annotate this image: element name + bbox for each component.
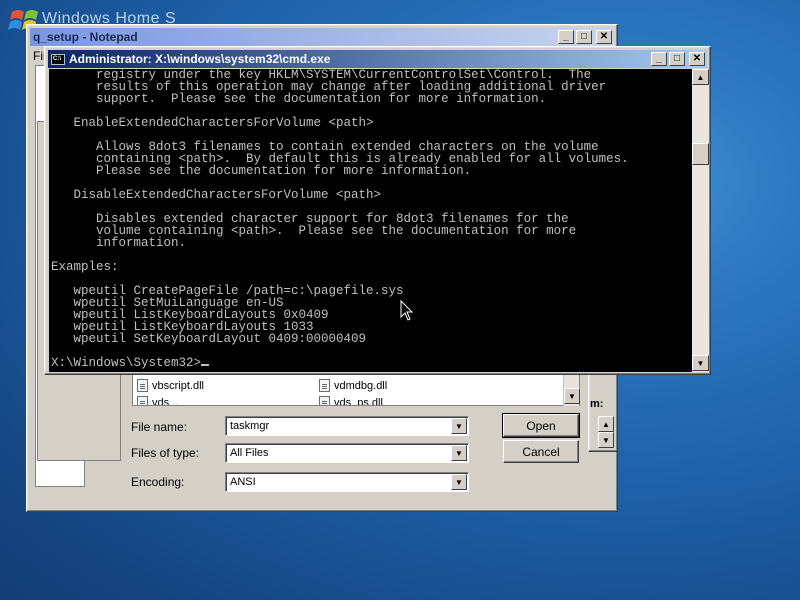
cmd-minimize-button[interactable]: _ [651, 52, 667, 66]
dll-file-icon [319, 396, 330, 405]
console-output[interactable]: registry under the key HKLM\SYSTEM\Curre… [49, 69, 692, 372]
notepad-title: q_setup - Notepad [33, 30, 138, 44]
console-lines: registry under the key HKLM\SYSTEM\Curre… [51, 69, 692, 357]
files-of-type-label: Files of type: [131, 446, 200, 460]
encoding-label: Encoding: [131, 475, 185, 489]
console-line: information. [51, 236, 187, 250]
console-line: support. Please see the documentation fo… [51, 92, 547, 106]
console-line: DisableExtendedCharactersForVolume <path… [51, 188, 382, 202]
file-name-input[interactable]: taskmgr ▼ [225, 416, 469, 436]
cmd-titlebar[interactable]: C:\ Administrator: X:\windows\system32\c… [48, 50, 707, 68]
cmd-scroll-down-button[interactable]: ▼ [692, 355, 709, 371]
notepad-titlebar[interactable]: q_setup - Notepad _ □ ✕ [30, 28, 614, 46]
list-item[interactable]: vds_ps.dll [319, 396, 383, 405]
encoding-dropdown-icon[interactable]: ▼ [451, 474, 467, 490]
cmd-scroll-thumb[interactable] [692, 143, 709, 165]
open-button[interactable]: Open [502, 413, 580, 438]
list-item[interactable]: vdmdbg.dll [319, 379, 387, 392]
notepad-close-button[interactable]: ✕ [596, 30, 612, 44]
mouse-pointer-icon [400, 300, 414, 321]
dll-file-icon [137, 379, 148, 392]
text-cursor [201, 364, 210, 366]
cmd-scrollbar[interactable]: ▲ ▼ [692, 69, 709, 372]
cmd-title: Administrator: X:\windows\system32\cmd.e… [69, 52, 331, 66]
console-line: EnableExtendedCharactersForVolume <path> [51, 116, 374, 130]
console-line: Examples: [51, 260, 119, 274]
dll-file-icon [137, 396, 148, 405]
cmd-window[interactable]: C:\ Administrator: X:\windows\system32\c… [44, 46, 711, 375]
background-scroll-up-button[interactable]: ▲ [598, 416, 614, 432]
notepad-maximize-button[interactable]: □ [576, 30, 592, 44]
cmd-maximize-button[interactable]: □ [669, 52, 685, 66]
cancel-button[interactable]: Cancel [503, 440, 579, 463]
list-item[interactable]: vds... [137, 396, 178, 405]
notepad-minimize-button[interactable]: _ [558, 30, 574, 44]
list-item[interactable]: vbscript.dll [137, 379, 204, 392]
console-line: Please see the documentation for more in… [51, 164, 472, 178]
background-window-text: m: [590, 398, 604, 410]
cmd-app-icon: C:\ [51, 53, 65, 65]
cmd-scroll-up-button[interactable]: ▲ [692, 69, 709, 85]
file-list-scrollbar[interactable]: ▼ [563, 374, 580, 406]
file-name-dropdown-icon[interactable]: ▼ [451, 418, 467, 434]
background-scroll-down-button[interactable]: ▼ [598, 432, 614, 448]
cmd-close-button[interactable]: ✕ [689, 52, 705, 66]
console-line: wpeutil SetKeyboardLayout 0409:00000409 [51, 332, 367, 346]
file-list-scroll-down-button[interactable]: ▼ [564, 388, 580, 404]
encoding-select[interactable]: ANSI ▼ [225, 472, 469, 492]
files-of-type-select[interactable]: All Files ▼ [225, 443, 469, 463]
dll-file-icon [319, 379, 330, 392]
command-prompt: X:\Windows\System32> [51, 356, 202, 370]
file-name-label: File name: [131, 420, 188, 434]
file-list[interactable]: vbscript.dll vdmdbg.dll vds... vds_ps.dl… [132, 372, 580, 406]
files-of-type-dropdown-icon[interactable]: ▼ [451, 445, 467, 461]
